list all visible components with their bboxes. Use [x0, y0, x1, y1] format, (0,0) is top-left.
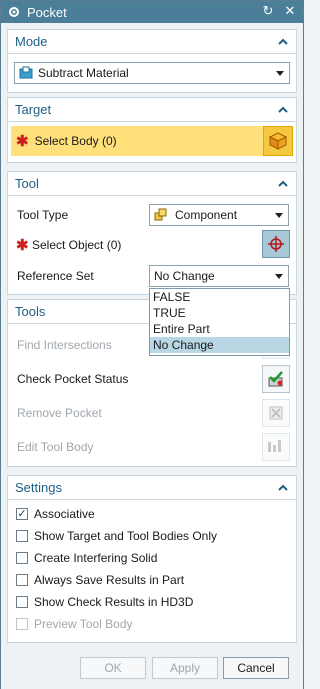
mode-dropdown[interactable]: Subtract Material — [14, 62, 290, 84]
settings-section: Settings Associative Show Target and Too… — [7, 475, 297, 643]
select-object-row[interactable]: ✱ Select Object (0) — [8, 230, 296, 258]
dropdown-option[interactable]: TRUE — [150, 305, 289, 321]
ok-button[interactable]: OK — [80, 657, 146, 679]
reference-set-dropdown[interactable]: No Change — [149, 265, 289, 287]
remove-pocket-label: Remove Pocket — [17, 406, 102, 420]
remove-pocket-button[interactable] — [262, 399, 290, 427]
settings-heading: Settings — [15, 480, 62, 495]
dropdown-option[interactable]: FALSE — [150, 289, 289, 305]
reference-set-label: Reference Set — [17, 269, 94, 283]
required-asterisk-icon: ✱ — [16, 132, 29, 150]
settings-header[interactable]: Settings — [8, 476, 296, 500]
checkbox-checked-icon[interactable] — [16, 508, 28, 520]
title-bar: Pocket ↻ ✕ — [1, 1, 303, 23]
tool-type-row: Tool Type Component — [8, 203, 296, 227]
reference-set-dropdown-list: FALSE TRUE Entire Part No Change — [149, 288, 290, 356]
select-body-label: Select Body (0) — [34, 134, 117, 148]
create-interfering-solid-checkbox[interactable]: Create Interfering Solid — [16, 548, 157, 568]
remove-icon — [269, 406, 283, 420]
tool-type-label: Tool Type — [17, 208, 69, 222]
associative-label: Associative — [34, 507, 95, 521]
always-save-results-checkbox[interactable]: Always Save Results in Part — [16, 570, 184, 590]
target-header[interactable]: Target — [8, 98, 296, 122]
mode-header[interactable]: Mode — [8, 30, 296, 54]
always-save-results-label: Always Save Results in Part — [34, 573, 185, 587]
check-pocket-status-row: Check Pocket Status — [8, 365, 296, 393]
find-intersections-label: Find Intersections — [17, 338, 112, 352]
select-body-button[interactable] — [263, 126, 293, 156]
tools-heading: Tools — [15, 304, 46, 319]
mode-value: Subtract Material — [38, 66, 129, 80]
reset-icon[interactable]: ↻ — [261, 4, 275, 18]
reference-set-value: No Change — [154, 269, 215, 283]
pocket-dialog: Pocket ↻ ✕ Mode Subtract Material Target… — [0, 0, 304, 689]
select-body-row[interactable]: ✱ Select Body (0) — [11, 126, 293, 156]
select-object-button[interactable] — [262, 230, 290, 258]
preview-tool-body-checkbox: Preview Tool Body — [16, 614, 133, 634]
remove-pocket-row: Remove Pocket — [8, 399, 296, 427]
settings-gear-icon — [9, 7, 19, 17]
target-heading: Target — [15, 102, 52, 117]
show-target-tool-label: Show Target and Tool Bodies Only — [34, 529, 218, 543]
window-title: Pocket — [27, 4, 67, 20]
checkbox-icon[interactable] — [16, 530, 28, 542]
target-section: Target ✱ Select Body (0) — [7, 97, 297, 163]
tool-type-value: Component — [175, 208, 238, 222]
edit-body-icon — [268, 440, 281, 452]
collapse-chevron-icon[interactable] — [276, 35, 290, 49]
collapse-chevron-icon[interactable] — [276, 177, 290, 191]
mode-section: Mode Subtract Material — [7, 29, 297, 93]
tool-heading: Tool — [15, 176, 39, 191]
show-check-results-checkbox[interactable]: Show Check Results in HD3D — [16, 592, 193, 612]
reference-set-row: Reference Set No Change — [8, 264, 296, 288]
dropdown-option-selected[interactable]: No Change — [150, 337, 289, 353]
checkbox-icon[interactable] — [16, 574, 28, 586]
check-pocket-status-label: Check Pocket Status — [17, 372, 129, 386]
show-check-results-label: Show Check Results in HD3D — [34, 595, 194, 609]
component-icon — [154, 208, 167, 221]
edit-tool-body-row: Edit Tool Body — [8, 433, 296, 461]
dialog-footer: OK Apply Cancel — [1, 649, 303, 689]
cancel-button[interactable]: Cancel — [223, 657, 289, 679]
dropdown-arrow-icon — [276, 71, 284, 76]
associative-checkbox[interactable]: Associative — [16, 504, 95, 524]
close-icon[interactable]: ✕ — [283, 4, 297, 18]
check-status-icon — [268, 371, 283, 387]
checkbox-icon[interactable] — [16, 552, 28, 564]
collapse-chevron-icon[interactable] — [276, 481, 290, 495]
edit-tool-body-button[interactable] — [262, 433, 290, 461]
check-pocket-status-button[interactable] — [262, 365, 290, 393]
select-object-label: Select Object (0) — [32, 238, 122, 252]
required-asterisk-icon: ✱ — [16, 236, 29, 254]
checkbox-disabled-icon — [16, 618, 28, 630]
checkbox-icon[interactable] — [16, 596, 28, 608]
tool-type-dropdown[interactable]: Component — [149, 204, 289, 226]
create-interfering-solid-label: Create Interfering Solid — [34, 551, 158, 565]
crosshair-icon — [268, 236, 284, 252]
collapse-chevron-icon[interactable] — [276, 103, 290, 117]
apply-button[interactable]: Apply — [152, 657, 218, 679]
solid-body-icon — [268, 132, 288, 150]
subtract-material-icon — [19, 66, 33, 79]
dropdown-arrow-icon — [275, 213, 283, 218]
dropdown-option[interactable]: Entire Part — [150, 321, 289, 337]
show-target-tool-checkbox[interactable]: Show Target and Tool Bodies Only — [16, 526, 217, 546]
dropdown-arrow-icon — [275, 274, 283, 279]
mode-heading: Mode — [15, 34, 48, 49]
tool-section: Tool Tool Type Component ✱ Select Object… — [7, 171, 297, 295]
tool-header[interactable]: Tool — [8, 172, 296, 196]
preview-tool-body-label: Preview Tool Body — [34, 617, 133, 631]
edit-tool-body-label: Edit Tool Body — [17, 440, 94, 454]
